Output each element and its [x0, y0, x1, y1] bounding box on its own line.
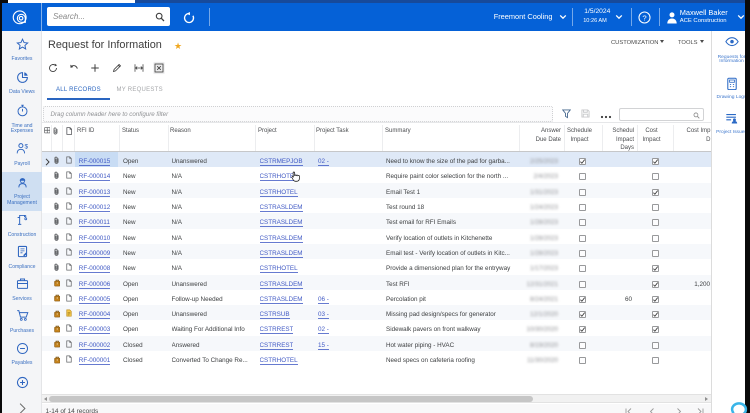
svg-text:$: $ — [24, 144, 28, 151]
svg-text:?: ? — [642, 13, 646, 22]
